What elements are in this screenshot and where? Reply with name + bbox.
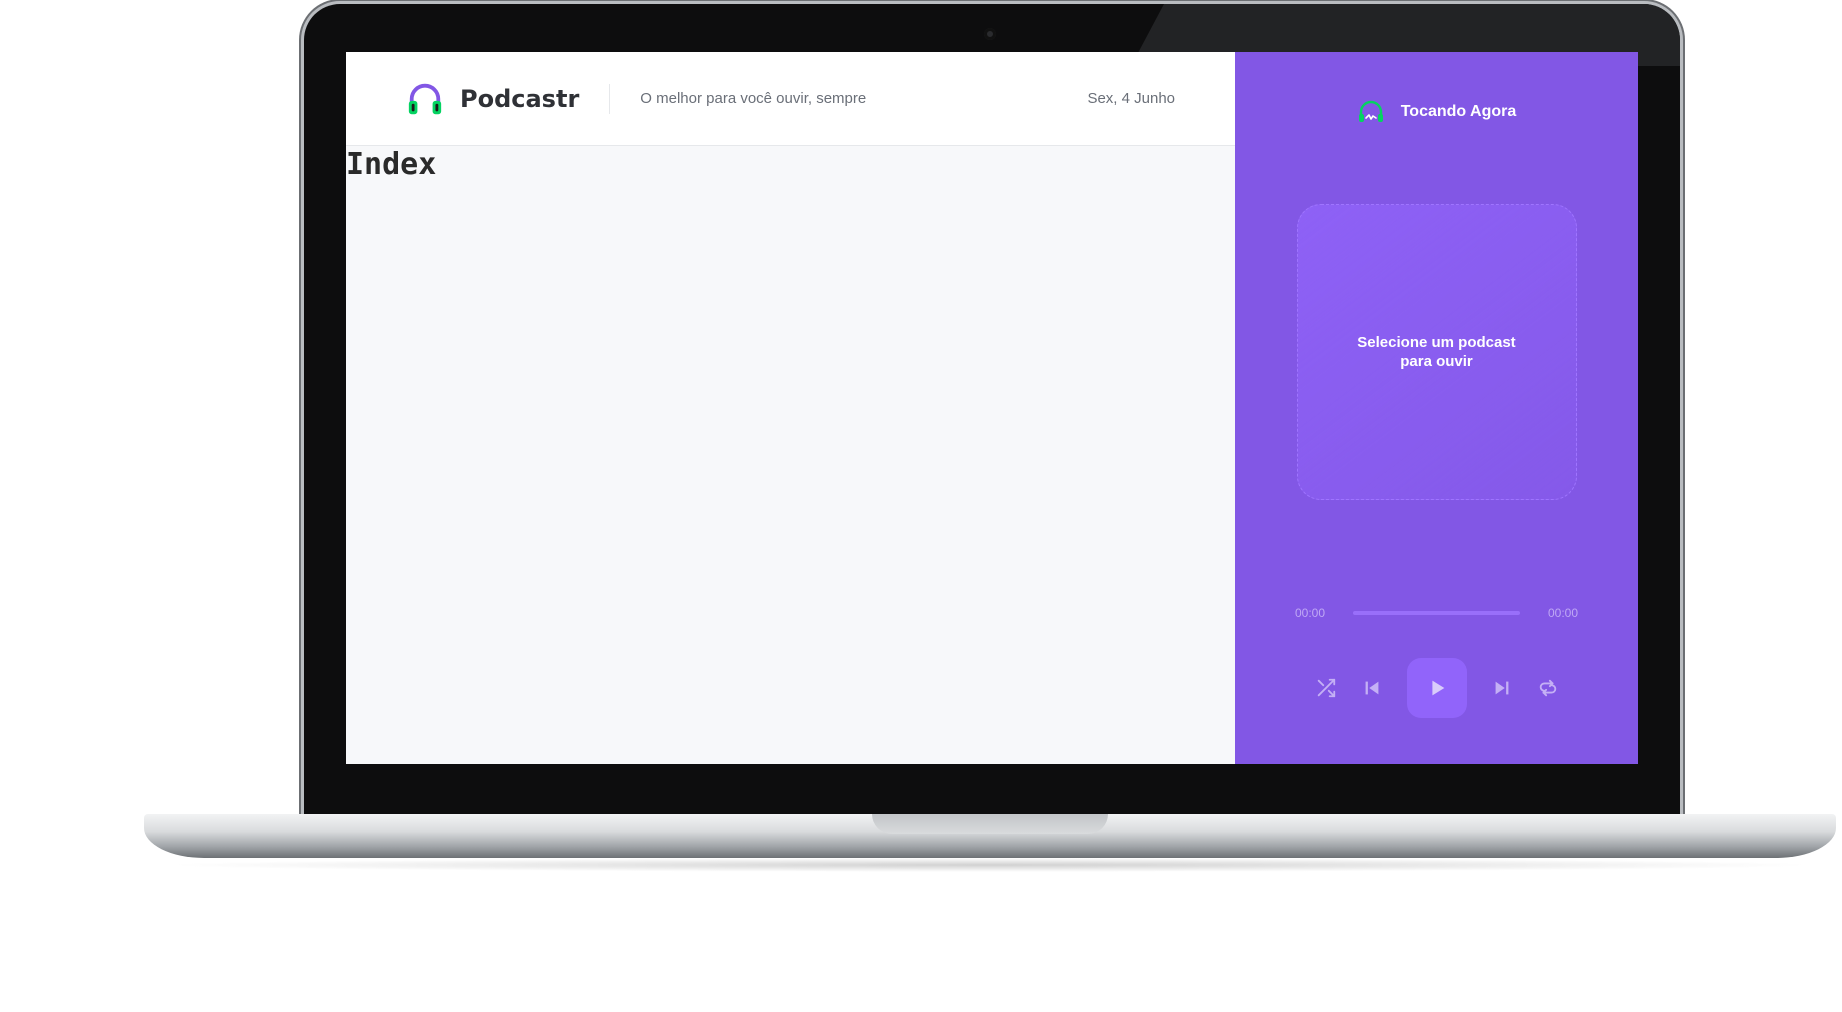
shuffle-button[interactable] <box>1303 665 1349 711</box>
app: Podcastr O melhor para você ouvir, sempr… <box>346 52 1638 764</box>
empty-player-message: Selecione um podcast para ouvir <box>1357 334 1516 370</box>
next-button[interactable] <box>1479 665 1525 711</box>
current-date: Sex, 4 Junho <box>1087 90 1175 107</box>
headphones-logo-icon <box>408 83 442 114</box>
current-time: 00:00 <box>1295 606 1326 620</box>
laptop-bottom-bezel <box>304 768 1680 816</box>
laptop-shadow <box>160 858 1820 872</box>
logo[interactable]: Podcastr <box>406 80 579 118</box>
camera <box>984 28 996 40</box>
header: Podcastr O melhor para você ouvir, sempr… <box>346 52 1235 146</box>
repeat-button[interactable] <box>1525 665 1571 711</box>
brand-name: Podcastr <box>460 84 580 113</box>
next-icon <box>1495 681 1508 695</box>
page-title: Index <box>346 147 437 182</box>
header-divider <box>609 83 611 114</box>
player-title: Tocando Agora <box>1400 103 1517 120</box>
laptop-base-notch <box>872 814 1108 834</box>
player-panel: Tocando Agora Selecione um podcast para … <box>1235 52 1638 764</box>
laptop-screen: Podcastr O melhor para você ouvir, sempr… <box>346 52 1638 764</box>
player-header: Tocando Agora <box>1357 98 1517 126</box>
main-area: Podcastr O melhor para você ouvir, sempr… <box>346 52 1235 764</box>
empty-player-card: Selecione um podcast para ouvir <box>1296 204 1577 500</box>
now-playing-headphones-icon <box>1358 100 1383 122</box>
duration: 00:00 <box>1547 606 1578 620</box>
progress-bar: 00:00 00:00 <box>1295 606 1578 620</box>
progress-slider[interactable] <box>1353 611 1520 615</box>
previous-icon <box>1365 681 1378 695</box>
repeat-icon <box>1539 679 1556 697</box>
play-icon <box>1431 680 1444 696</box>
play-button[interactable] <box>1406 658 1467 718</box>
player-controls <box>1235 658 1638 718</box>
shuffle-icon <box>1317 678 1335 698</box>
tagline: O melhor para você ouvir, sempre <box>640 90 867 107</box>
previous-button[interactable] <box>1349 665 1395 711</box>
content: Index <box>346 146 1235 180</box>
